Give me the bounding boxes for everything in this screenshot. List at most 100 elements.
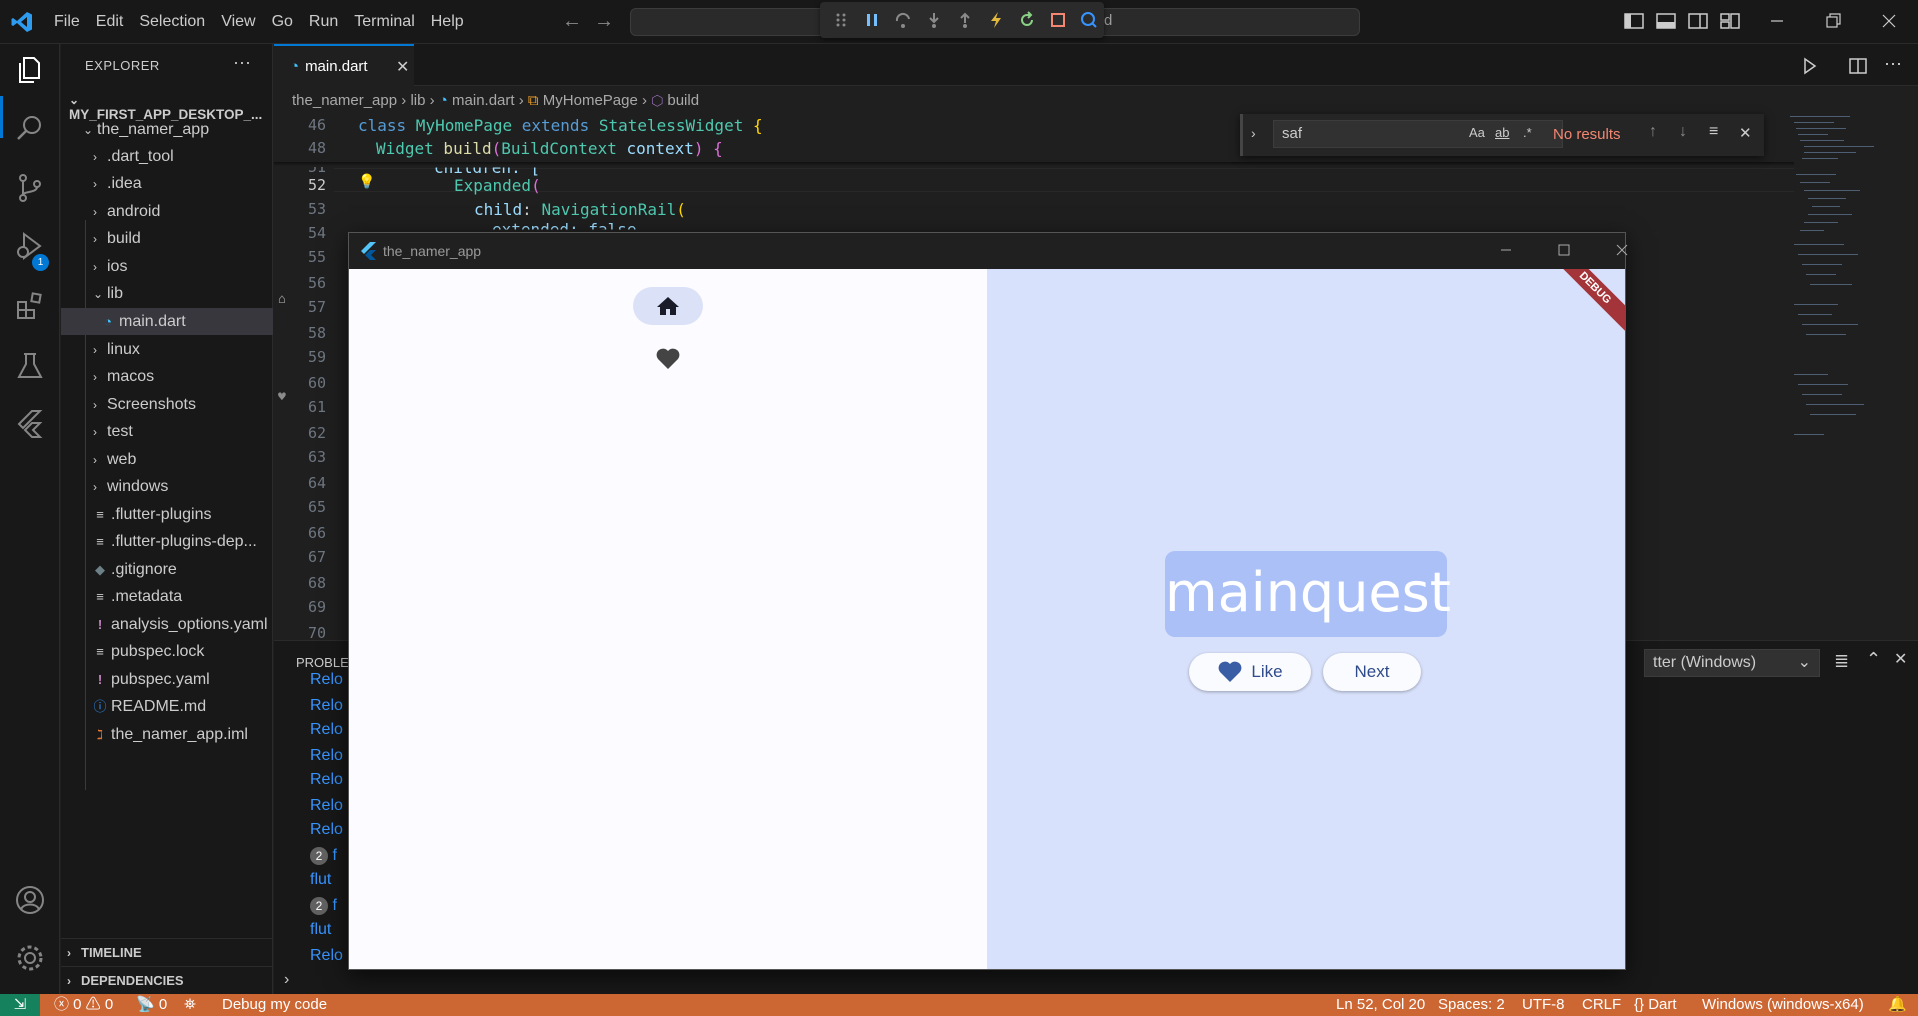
back-arrow-icon[interactable]: ←	[562, 10, 582, 33]
lightbulb-icon[interactable]: 💡	[358, 174, 375, 190]
toggle-panel-icon[interactable]	[1656, 12, 1676, 30]
app-maximize-icon[interactable]	[1555, 241, 1573, 259]
breadcrumb-item[interactable]: build	[667, 92, 699, 109]
stop-icon[interactable]	[1042, 4, 1073, 36]
explorer-icon[interactable]	[14, 54, 46, 86]
match-case-toggle[interactable]: Aa	[1469, 125, 1485, 140]
tree-file[interactable]: ◆ .gitignore	[61, 556, 273, 583]
extensions-icon[interactable]	[14, 290, 46, 322]
dependencies-section[interactable]: › DEPENDENCIES	[61, 966, 273, 994]
problems-status[interactable]: ⓧ 0 ⚠ 0	[54, 994, 113, 1016]
drag-handle-icon[interactable]	[826, 4, 857, 36]
editor-more-icon[interactable]: ⋯	[1884, 54, 1902, 75]
testing-icon[interactable]	[14, 350, 46, 382]
close-find-icon[interactable]: ✕	[1739, 124, 1752, 142]
flutter-icon[interactable]	[14, 408, 46, 440]
nav-home-destination[interactable]	[633, 287, 703, 325]
line-ending[interactable]: CRLF	[1582, 994, 1621, 1016]
match-whole-word-toggle[interactable]: ab	[1495, 125, 1509, 140]
remote-indicator-icon[interactable]: ⇲	[0, 994, 40, 1016]
more-actions-icon[interactable]: ···	[233, 52, 251, 73]
accounts-icon[interactable]	[14, 884, 46, 916]
tree-folder[interactable]: › .idea	[61, 170, 273, 197]
step-out-icon[interactable]	[950, 4, 981, 36]
close-icon[interactable]: ✕	[396, 57, 409, 77]
tree-folder[interactable]: › test	[61, 418, 273, 445]
output-channel-select[interactable]: tter (Windows) ⌄	[1644, 649, 1820, 677]
cursor-position[interactable]: Ln 52, Col 20	[1336, 994, 1425, 1016]
tree-folder[interactable]: › ios	[61, 253, 273, 280]
minimize-icon[interactable]	[1766, 10, 1788, 32]
restore-icon[interactable]	[1822, 10, 1844, 32]
notifications-bell-icon[interactable]: 🔔	[1888, 994, 1907, 1016]
toggle-secondary-sidebar-icon[interactable]	[1688, 12, 1708, 30]
tree-file[interactable]: ≡ .flutter-plugins	[61, 501, 273, 528]
customize-layout-icon[interactable]	[1720, 12, 1740, 30]
restart-icon[interactable]	[1011, 4, 1042, 36]
nav-favorites-heart-icon[interactable]	[655, 347, 681, 371]
encoding[interactable]: UTF-8	[1522, 994, 1565, 1016]
forward-arrow-icon[interactable]: →	[594, 10, 614, 33]
tree-folder[interactable]: › android	[61, 198, 273, 225]
menu-edit[interactable]: Edit	[88, 0, 132, 44]
like-button[interactable]: Like	[1189, 653, 1311, 691]
tree-file[interactable]: ⓘ README.md	[61, 693, 273, 720]
indentation[interactable]: Spaces: 2	[1438, 994, 1505, 1016]
close-panel-icon[interactable]: ✕	[1894, 649, 1907, 669]
regex-toggle[interactable]: .*	[1523, 125, 1532, 140]
debug-config[interactable]: Debug my code	[222, 994, 327, 1016]
ports-status[interactable]: 📡 0	[136, 994, 167, 1016]
pause-icon[interactable]	[857, 4, 888, 36]
next-match-icon[interactable]: ↓	[1679, 123, 1687, 141]
breadcrumb-item[interactable]: lib	[410, 92, 425, 109]
tree-folder[interactable]: ⌄ lib	[61, 280, 273, 307]
previous-match-icon[interactable]: ↑	[1649, 123, 1657, 141]
hot-reload-icon[interactable]	[980, 4, 1011, 36]
next-button[interactable]: Next	[1323, 653, 1421, 691]
tree-folder[interactable]: › .dart_tool	[61, 143, 273, 170]
clear-output-icon[interactable]: ≣	[1834, 651, 1849, 672]
tree-file[interactable]: ≡ .metadata	[61, 583, 273, 610]
tree-file[interactable]: ≡ .flutter-plugins-dep...	[61, 528, 273, 555]
step-into-icon[interactable]	[919, 4, 950, 36]
menu-terminal[interactable]: Terminal	[346, 0, 422, 44]
settings-gear-icon[interactable]	[14, 942, 46, 974]
minimap[interactable]	[1790, 114, 1900, 634]
search-icon[interactable]	[14, 112, 46, 144]
tree-folder[interactable]: › web	[61, 446, 273, 473]
tree-folder[interactable]: ⌄ the_namer_app	[61, 116, 273, 143]
find-input[interactable]: saf	[1273, 120, 1563, 148]
find-in-selection-icon[interactable]: ≡	[1709, 123, 1718, 141]
menu-help[interactable]: Help	[423, 0, 472, 44]
run-debug-dropdown-icon[interactable]	[1800, 56, 1820, 76]
tree-file[interactable]: ! pubspec.yaml	[61, 666, 273, 693]
source-control-icon[interactable]	[14, 172, 46, 204]
menu-file[interactable]: File	[46, 0, 88, 44]
menu-go[interactable]: Go	[264, 0, 301, 44]
tree-file[interactable]: ! analysis_options.yaml	[61, 611, 273, 638]
timeline-section[interactable]: › TIMELINE	[61, 938, 273, 966]
tree-file-main-dart[interactable]: ◔ main.dart	[61, 308, 273, 335]
menu-view[interactable]: View	[213, 0, 263, 44]
devtools-search-icon[interactable]	[1073, 4, 1104, 36]
close-window-icon[interactable]	[1878, 10, 1900, 32]
toggle-primary-sidebar-icon[interactable]	[1624, 12, 1644, 30]
menu-selection[interactable]: Selection	[131, 0, 213, 44]
toggle-replace-icon[interactable]: ›	[1251, 125, 1256, 141]
breadcrumb-item[interactable]: the_namer_app	[292, 92, 397, 109]
app-minimize-icon[interactable]	[1497, 241, 1515, 259]
tab-main-dart[interactable]: ◔ main.dart ✕	[274, 44, 414, 86]
tree-folder[interactable]: › windows	[61, 473, 273, 500]
breadcrumb-item[interactable]: MyHomePage	[543, 92, 638, 109]
tree-file[interactable]: ≡ pubspec.lock	[61, 638, 273, 665]
menu-run[interactable]: Run	[301, 0, 346, 44]
debug-status-icon[interactable]: ⛯	[184, 994, 196, 1016]
tree-file[interactable]: ℷ the_namer_app.iml	[61, 721, 273, 748]
tree-folder[interactable]: › Screenshots	[61, 391, 273, 418]
tree-folder[interactable]: › build	[61, 225, 273, 252]
app-close-icon[interactable]	[1613, 241, 1631, 259]
maximize-panel-icon[interactable]: ⌃	[1866, 649, 1881, 670]
device-selector[interactable]: Windows (windows-x64)	[1702, 994, 1864, 1016]
language-mode[interactable]: {} Dart	[1634, 994, 1677, 1016]
tree-folder[interactable]: › linux	[61, 336, 273, 363]
